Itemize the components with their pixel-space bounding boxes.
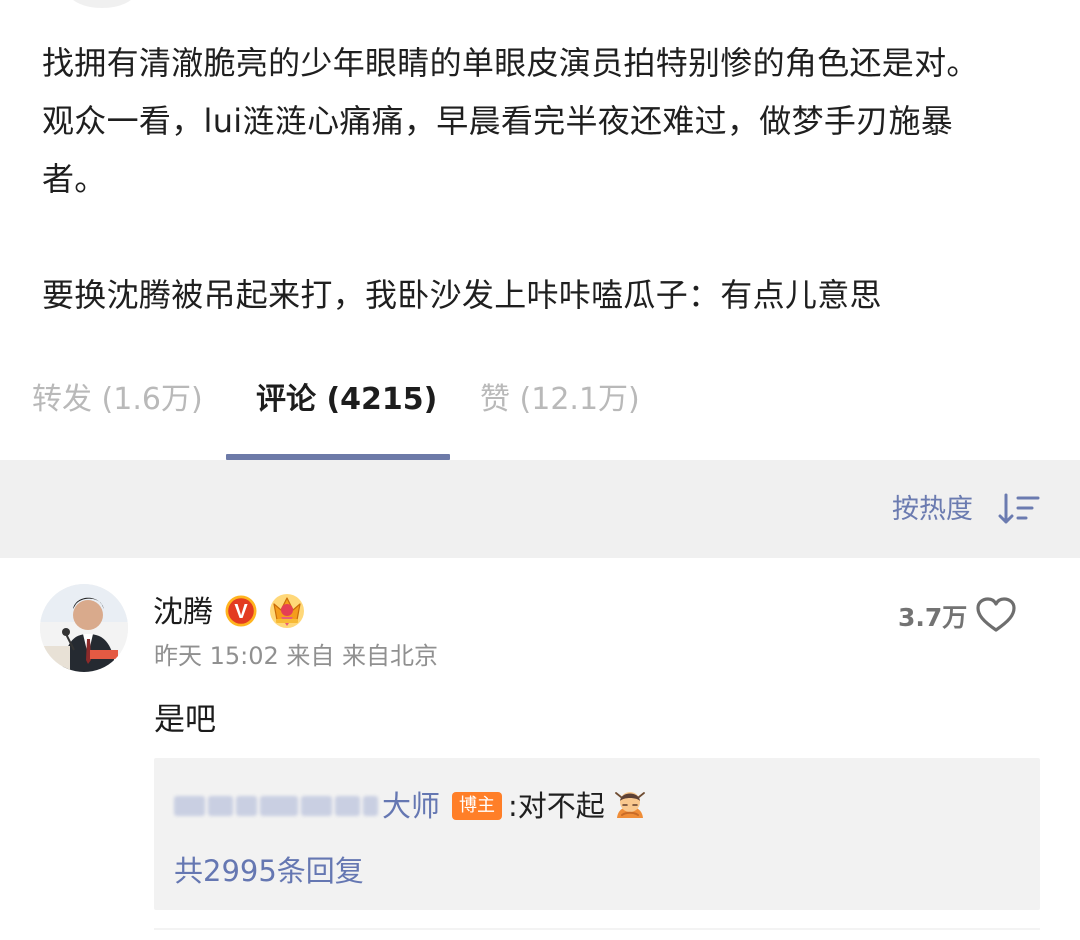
- reply-username-visible[interactable]: 大师: [382, 786, 440, 826]
- sort-by-hot-button[interactable]: 按热度: [892, 492, 973, 528]
- comment-text: 是吧: [154, 702, 216, 738]
- avatar-photo: [40, 584, 128, 672]
- reply-preview-box[interactable]: 大师 博主 :对不起 共2995条回复: [154, 758, 1040, 910]
- cropped-avatar-shadow: [68, 0, 136, 8]
- comment-username[interactable]: 沈腾: [153, 594, 213, 632]
- comment-item: 沈腾 V 昨天 15:02 来自 来自北京 3.7万 是吧 大师 博主:对不起…: [0, 558, 1080, 940]
- tab-reposts[interactable]: 转发 (1.6万): [32, 380, 203, 420]
- crown-badge-icon: [270, 594, 304, 628]
- reply-text: :对不起: [508, 789, 605, 823]
- verified-badge-icon: V: [225, 595, 257, 627]
- comment-sort-bar: 按热度: [0, 460, 1080, 558]
- weibo-post-page: 找拥有清澈脆亮的少年眼睛的单眼皮演员拍特别惨的角色还是对。 观众一看，lui涟涟…: [0, 0, 1080, 940]
- post-content: 找拥有清澈脆亮的少年眼睛的单眼皮演员拍特别惨的角色还是对。 观众一看，lui涟涟…: [0, 0, 1080, 340]
- sort-icon[interactable]: [998, 493, 1040, 525]
- comment-divider: [154, 928, 1040, 930]
- redacted-reply-username: [174, 790, 378, 822]
- heart-icon[interactable]: [975, 596, 1017, 634]
- post-tabs: 转发 (1.6万) 评论 (4215) 赞 (12.1万): [0, 340, 1080, 460]
- reply-preview-line: 大师 博主 :对不起: [174, 786, 1014, 826]
- post-text: 找拥有清澈脆亮的少年眼睛的单眼皮演员拍特别惨的角色还是对。 观众一看，lui涟涟…: [42, 44, 979, 314]
- tab-likes[interactable]: 赞 (12.1万): [480, 380, 640, 420]
- bowing-person-emoji: [615, 792, 645, 818]
- comment-like-count: 3.7万: [898, 603, 968, 632]
- author-role-badge: 博主: [452, 792, 502, 820]
- tab-comments[interactable]: 评论 (4215): [256, 380, 437, 420]
- user-avatar[interactable]: [40, 584, 128, 672]
- verified-badge-letter: V: [234, 601, 248, 623]
- view-replies-link[interactable]: 共2995条回复: [174, 852, 364, 890]
- comment-meta: 昨天 15:02 来自 来自北京: [154, 642, 439, 670]
